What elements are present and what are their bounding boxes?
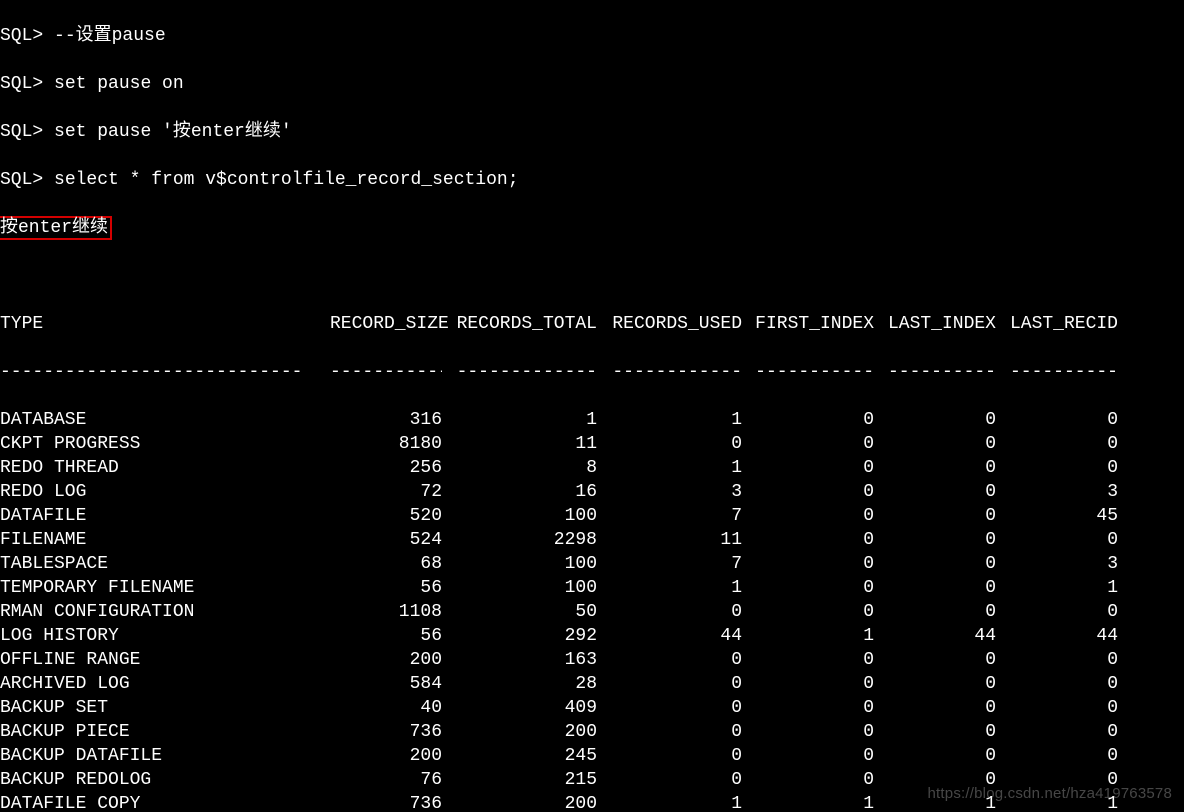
table-row: FILENAME524229811000 [0, 528, 1184, 552]
cmd-line: SQL> set pause on [0, 72, 1184, 96]
cmd-line: SQL> --设置pause [0, 24, 1184, 48]
table-row: BACKUP SET404090000 [0, 696, 1184, 720]
table-row: BACKUP DATAFILE2002450000 [0, 744, 1184, 768]
table-row: DATABASE31611000 [0, 408, 1184, 432]
table-row: RMAN CONFIGURATION1108500000 [0, 600, 1184, 624]
table-row: DATAFILE52010070045 [0, 504, 1184, 528]
table-row: LOG HISTORY562924414444 [0, 624, 1184, 648]
table-header: TYPERECORD_SIZERECORDS_TOTALRECORDS_USED… [0, 312, 1184, 336]
cmd-line: SQL> set pause '按enter继续' [0, 120, 1184, 144]
table-row: ARCHIVED LOG584280000 [0, 672, 1184, 696]
pause-prompt[interactable]: 按enter继续 [0, 216, 1184, 240]
table-divider: ----------------------------------------… [0, 360, 1184, 384]
table-row: TABLESPACE681007003 [0, 552, 1184, 576]
table-row: OFFLINE RANGE2001630000 [0, 648, 1184, 672]
cmd-line: SQL> select * from v$controlfile_record_… [0, 168, 1184, 192]
table-row: BACKUP PIECE7362000000 [0, 720, 1184, 744]
table-row: TEMPORARY FILENAME561001001 [0, 576, 1184, 600]
terminal-output[interactable]: SQL> --设置pause SQL> set pause on SQL> se… [0, 0, 1184, 812]
table-row: REDO LOG72163003 [0, 480, 1184, 504]
blank-line [0, 264, 1184, 288]
table-row: CKPT PROGRESS8180110000 [0, 432, 1184, 456]
table-row: REDO THREAD25681000 [0, 456, 1184, 480]
watermark-text: https://blog.csdn.net/hza419763578 [928, 782, 1173, 806]
